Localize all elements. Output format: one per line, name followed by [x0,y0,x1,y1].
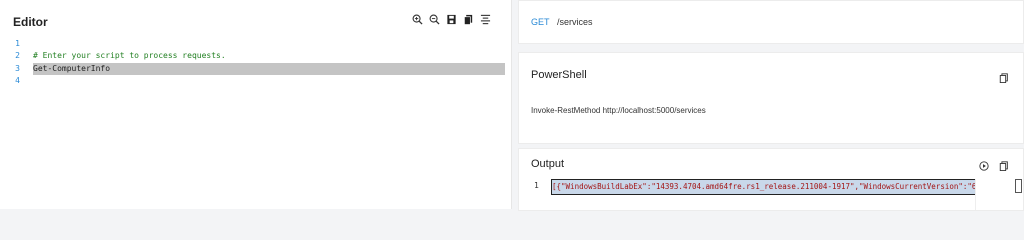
copy-icon[interactable] [999,70,1009,88]
powershell-title: PowerShell [531,69,587,81]
line-number: 2 [15,51,20,61]
selected-code-line[interactable]: 3 Get-ComputerInfo [0,62,511,75]
line-text: Get-ComputerInfo [33,62,505,75]
request-card: GET /services [518,0,1024,44]
http-method: GET [531,17,550,27]
output-scrollbar[interactable] [1015,179,1022,193]
code-line[interactable]: 2 # Enter your script to process request… [0,50,511,62]
code-editor[interactable]: 1 2 # Enter your script to process reque… [0,38,511,87]
save-icon[interactable] [445,13,457,25]
output-title: Output [531,158,565,170]
line-number: 3 [15,63,20,73]
powershell-card: PowerShell Invoke-RestMethod http://loca… [518,52,1024,144]
code-line[interactable]: 1 [0,38,511,50]
copy-icon[interactable] [999,158,1009,176]
line-number: 1 [15,39,20,48]
copy-icon[interactable] [462,13,474,25]
editor-toolbar [411,13,491,25]
output-card: Output 1 [{"WindowsBuildLabEx":"14393.47… [518,148,1024,211]
zoom-out-icon[interactable] [428,13,440,25]
powershell-command: Invoke-RestMethod http://localhost:5000/… [531,106,706,115]
align-icon[interactable] [479,13,491,25]
comment-text: # Enter your script to process requests. [33,51,226,61]
output-line-number: 1 [534,181,539,190]
output-minimap[interactable] [975,179,1022,210]
play-icon[interactable] [979,158,989,176]
output-json-line[interactable]: [{"WindowsBuildLabEx":"14393.4704.amd64f… [551,179,977,195]
zoom-in-icon[interactable] [411,13,423,25]
code-line[interactable]: 4 [0,75,511,87]
editor-title: Editor [13,15,48,29]
editor-panel: Editor 1 2 # Enter your script to proces… [0,0,512,209]
request-path: /services [557,17,593,27]
line-number: 4 [15,75,20,85]
